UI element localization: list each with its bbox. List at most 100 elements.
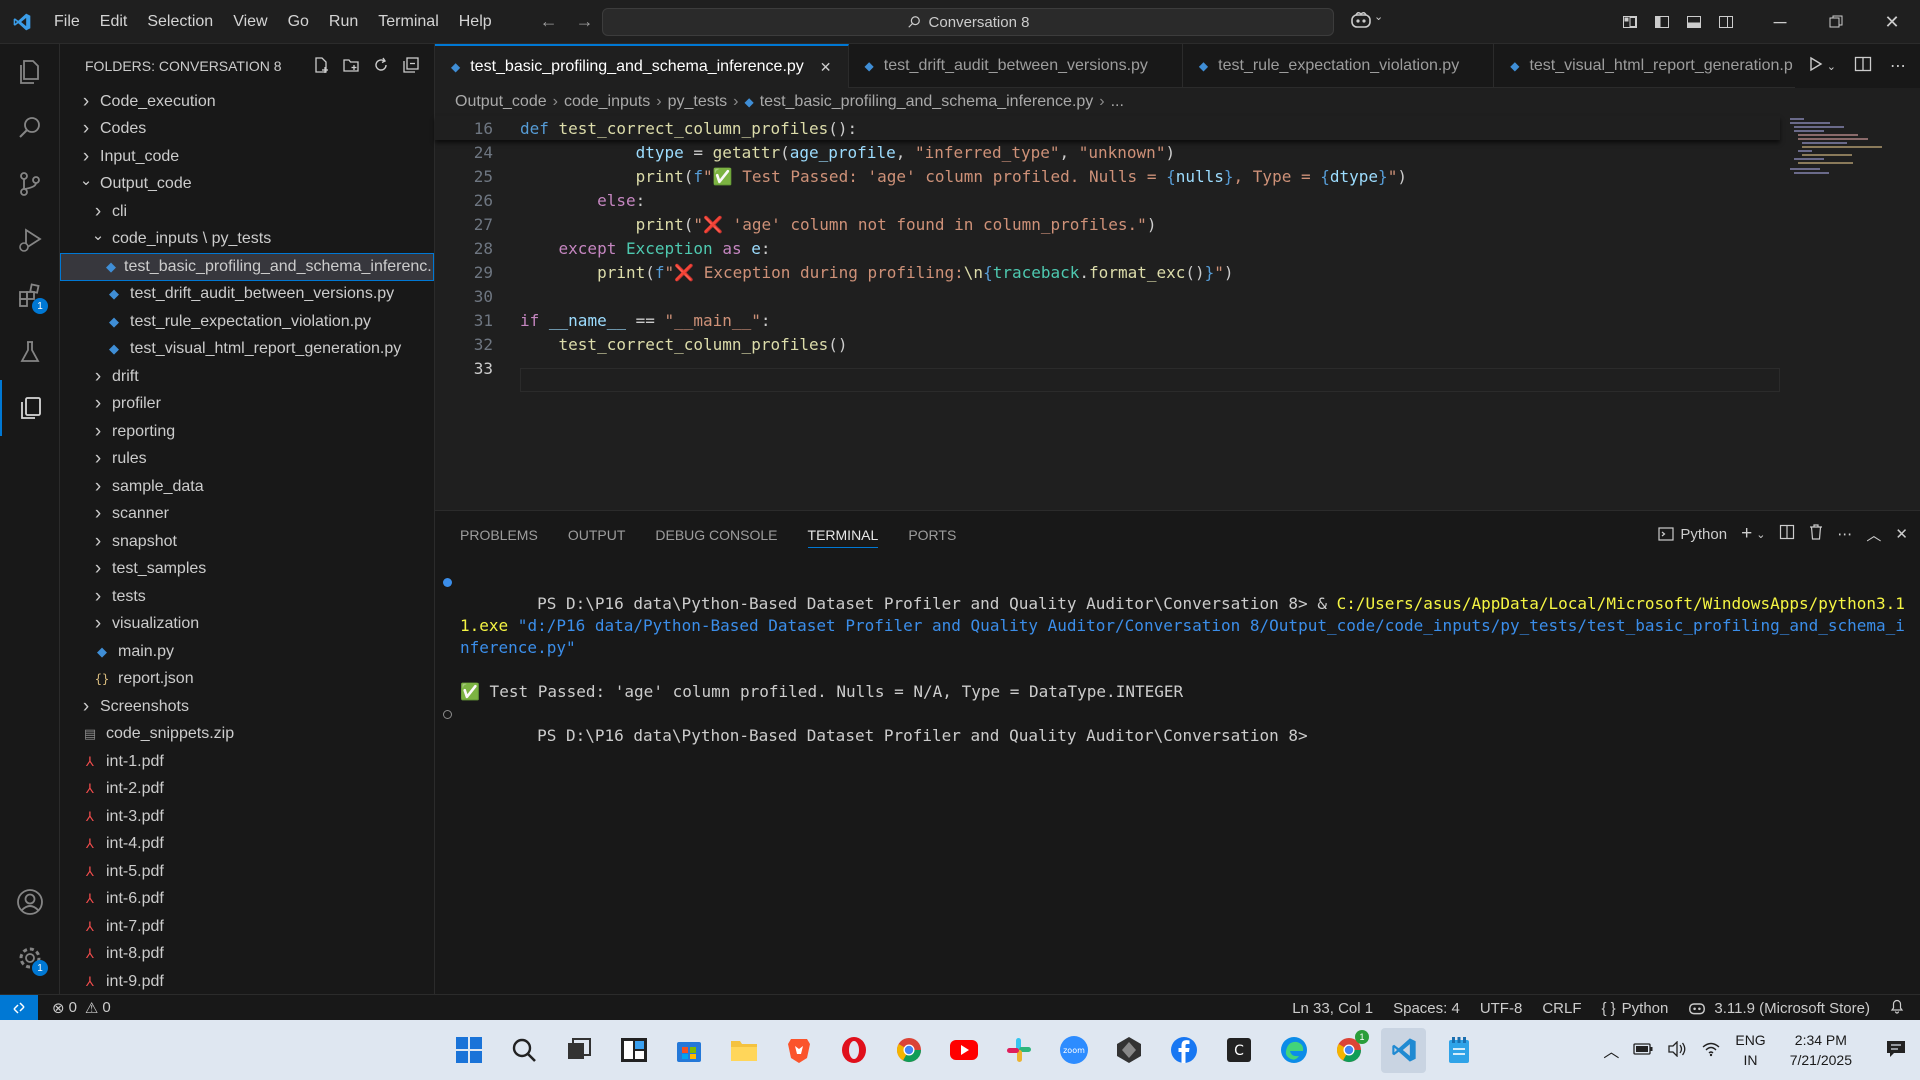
tree-file[interactable]: ◆ test_drift_audit_between_versions.py: [60, 281, 434, 309]
tree-file[interactable]: ◆ test_basic_profiling_and_schema_inferen…: [60, 253, 434, 281]
panel-tab-problems[interactable]: PROBLEMS: [460, 527, 538, 543]
chrome-browser-icon[interactable]: [886, 1028, 931, 1073]
tree-folder[interactable]: › Codes: [60, 116, 434, 144]
command-center[interactable]: Conversation 8: [602, 8, 1334, 36]
kill-terminal-trash-icon[interactable]: [1809, 524, 1823, 544]
editor-tab[interactable]: ◆ test_drift_audit_between_versions.py: [849, 44, 1183, 88]
menu-go[interactable]: Go: [278, 0, 319, 44]
breadcrumb-item[interactable]: py_tests: [668, 93, 728, 111]
terminal-output[interactable]: PS D:\P16 data\Python-Based Dataset Prof…: [435, 571, 1905, 769]
youtube-icon[interactable]: [941, 1028, 986, 1073]
vscode-taskbar-icon[interactable]: [1381, 1027, 1426, 1073]
menu-terminal[interactable]: Terminal: [368, 0, 448, 44]
tree-file[interactable]: ⅄ int-9.pdf: [60, 968, 434, 994]
search-view-icon[interactable]: [0, 100, 60, 156]
split-terminal-icon[interactable]: [1779, 524, 1795, 544]
panel-more-actions-icon[interactable]: ⋯: [1837, 525, 1852, 543]
tree-file[interactable]: ⅄ int-3.pdf: [60, 803, 434, 831]
taskbar-search-icon[interactable]: [501, 1028, 546, 1073]
hexagon-app-icon[interactable]: [1106, 1028, 1151, 1073]
refresh-icon[interactable]: [372, 56, 390, 77]
tree-folder[interactable]: › Screenshots: [60, 693, 434, 721]
breadcrumb-item[interactable]: ...: [1111, 93, 1124, 111]
indentation[interactable]: Spaces: 4: [1393, 1000, 1460, 1017]
zoom-icon[interactable]: zoom: [1051, 1028, 1096, 1073]
line-ending[interactable]: CRLF: [1542, 1000, 1581, 1017]
tree-file[interactable]: ◆ test_visual_html_report_generation.py: [60, 336, 434, 364]
tree-file[interactable]: ⅄ int-6.pdf: [60, 886, 434, 914]
code-editor[interactable]: 23 nulls = getattr(age_profile, "null_co…: [435, 116, 1920, 510]
more-actions-icon[interactable]: ⋯: [1890, 56, 1906, 76]
terminal-shell-selector[interactable]: Python: [1658, 526, 1727, 543]
tree-folder[interactable]: ⌄ code_inputs \ py_tests: [60, 226, 434, 254]
run-file-icon[interactable]: [1809, 56, 1823, 77]
microsoft-store-icon[interactable]: [666, 1028, 711, 1073]
breadcrumb-item[interactable]: code_inputs: [564, 93, 650, 111]
edge-browser-icon[interactable]: [1271, 1028, 1316, 1073]
new-file-icon[interactable]: [312, 56, 330, 77]
breadcrumb-item[interactable]: test_basic_profiling_and_schema_inferenc…: [760, 93, 1094, 111]
minimize-icon[interactable]: ─: [1752, 0, 1808, 44]
tree-folder[interactable]: ⌄ Output_code: [60, 171, 434, 199]
tree-file[interactable]: ⅄ int-8.pdf: [60, 941, 434, 969]
terminal-dropdown-chevron-icon[interactable]: ⌄: [1756, 528, 1765, 541]
tree-folder[interactable]: › visualization: [60, 611, 434, 639]
task-view-icon[interactable]: [556, 1028, 601, 1073]
tree-folder[interactable]: › cli: [60, 198, 434, 226]
facebook-icon[interactable]: [1161, 1028, 1206, 1073]
tree-folder[interactable]: › profiler: [60, 391, 434, 419]
source-control-icon[interactable]: [0, 156, 60, 212]
chrome-profile-icon[interactable]: 1: [1326, 1028, 1371, 1073]
tree-folder[interactable]: › sample_data: [60, 473, 434, 501]
encoding[interactable]: UTF-8: [1480, 1000, 1523, 1017]
tab-close-icon[interactable]: ✕: [820, 59, 832, 76]
input-language[interactable]: ENG IN: [1735, 1030, 1765, 1070]
menu-help[interactable]: Help: [449, 0, 502, 44]
tree-file[interactable]: ⅄ int-7.pdf: [60, 913, 434, 941]
notification-center-icon[interactable]: [1886, 1040, 1906, 1061]
notepad-icon[interactable]: [1436, 1028, 1481, 1073]
forward-arrow-icon[interactable]: →: [576, 11, 594, 32]
run-options-chevron-icon[interactable]: ⌄: [1827, 60, 1836, 73]
new-folder-icon[interactable]: [342, 56, 360, 77]
panel-tab-terminal[interactable]: TERMINAL: [807, 527, 879, 548]
brave-browser-icon[interactable]: [776, 1028, 821, 1073]
tree-folder[interactable]: › drift: [60, 363, 434, 391]
tree-folder[interactable]: › Code_execution: [60, 88, 434, 116]
tree-folder[interactable]: › Input_code: [60, 143, 434, 171]
minimap[interactable]: [1780, 116, 1900, 196]
close-window-icon[interactable]: ✕: [1864, 0, 1920, 44]
tree-file[interactable]: ◆ test_rule_expectation_violation.py: [60, 308, 434, 336]
toggle-sidebar-icon[interactable]: [1646, 0, 1678, 44]
notifications-bell-icon[interactable]: [1890, 998, 1904, 1018]
toggle-secondary-sidebar-icon[interactable]: [1710, 0, 1742, 44]
tree-folder[interactable]: › reporting: [60, 418, 434, 446]
maximize-panel-chevron-icon[interactable]: ︿: [1866, 524, 1881, 545]
tree-file[interactable]: ⅄ int-4.pdf: [60, 831, 434, 859]
new-terminal-plus-icon[interactable]: +: [1741, 523, 1752, 545]
collapse-all-icon[interactable]: [402, 56, 420, 77]
tree-file[interactable]: ▤ code_snippets.zip: [60, 721, 434, 749]
explorer-icon[interactable]: [0, 44, 60, 100]
back-arrow-icon[interactable]: ←: [540, 11, 558, 32]
tree-file[interactable]: ◆ main.py: [60, 638, 434, 666]
tree-file[interactable]: ⅄ int-1.pdf: [60, 748, 434, 776]
tree-folder[interactable]: › test_samples: [60, 556, 434, 584]
editor-tab[interactable]: ◆ test_rule_expectation_violation.py: [1183, 44, 1495, 88]
tree-file[interactable]: ⅄ int-5.pdf: [60, 858, 434, 886]
panel-tab-ports[interactable]: PORTS: [908, 527, 956, 543]
remote-indicator-icon[interactable]: [0, 994, 38, 1021]
split-editor-icon[interactable]: [1854, 56, 1872, 77]
cursor-position[interactable]: Ln 33, Col 1: [1292, 1000, 1373, 1017]
tree-folder[interactable]: › scanner: [60, 501, 434, 529]
accounts-icon[interactable]: [0, 874, 60, 930]
problems-indicator[interactable]: ⊗ 0 ⚠ 0: [52, 999, 111, 1017]
editor-tab[interactable]: ◆ test_visual_html_report_generation.p: [1494, 44, 1828, 88]
menu-file[interactable]: File: [44, 0, 90, 44]
slack-icon[interactable]: [996, 1028, 1041, 1073]
volume-icon[interactable]: [1667, 1039, 1687, 1060]
restore-icon[interactable]: [1808, 0, 1864, 44]
tree-folder[interactable]: › snapshot: [60, 528, 434, 556]
clock[interactable]: 2:34 PM 7/21/2025: [1790, 1030, 1852, 1070]
opera-browser-icon[interactable]: [831, 1028, 876, 1073]
